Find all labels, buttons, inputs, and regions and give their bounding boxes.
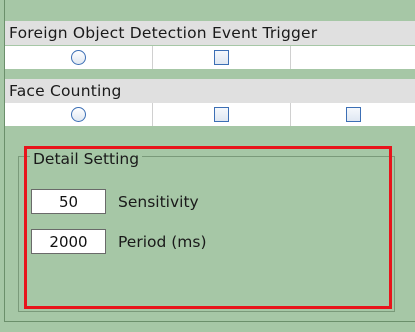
section-controls-foreign-object xyxy=(5,46,415,69)
cell xyxy=(153,103,291,126)
section-header-face-counting: Face Counting xyxy=(5,79,415,103)
settings-panel: Foreign Object Detection Event Trigger F… xyxy=(0,0,415,332)
sensitivity-input[interactable] xyxy=(31,189,106,214)
detail-setting-legend: Detail Setting xyxy=(30,150,143,168)
period-label: Period (ms) xyxy=(118,232,207,251)
period-input[interactable] xyxy=(31,229,106,254)
face-counting-checkbox-1[interactable] xyxy=(214,107,229,122)
cell xyxy=(5,103,153,126)
foreign-object-radio[interactable] xyxy=(71,50,86,65)
cell xyxy=(291,103,415,126)
face-counting-radio[interactable] xyxy=(71,107,86,122)
period-row: Period (ms) xyxy=(31,229,207,254)
cell xyxy=(5,46,153,69)
section-title: Foreign Object Detection Event Trigger xyxy=(9,24,318,42)
section-header-foreign-object: Foreign Object Detection Event Trigger xyxy=(5,21,415,45)
section-controls-face-counting xyxy=(5,103,415,126)
cell xyxy=(291,46,415,69)
sensitivity-label: Sensitivity xyxy=(118,192,199,211)
foreign-object-checkbox[interactable] xyxy=(214,50,229,65)
sensitivity-row: Sensitivity xyxy=(31,189,199,214)
cell xyxy=(153,46,291,69)
section-title: Face Counting xyxy=(9,82,122,100)
panel-border xyxy=(4,321,415,322)
face-counting-checkbox-2[interactable] xyxy=(345,107,361,122)
